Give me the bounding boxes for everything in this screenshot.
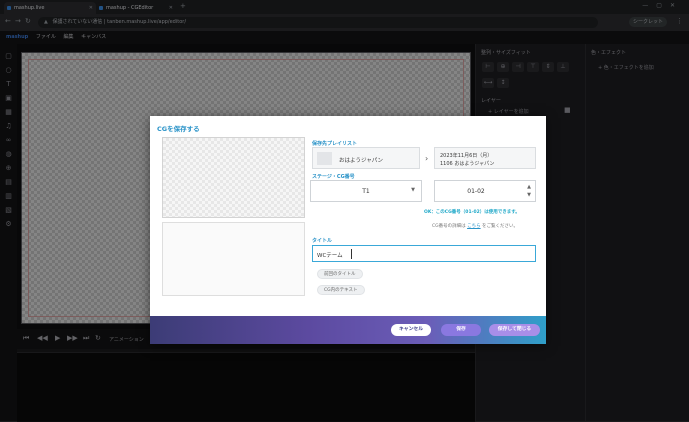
title-label: タイトル xyxy=(312,238,333,244)
title-input-value: WCテーム xyxy=(317,253,343,259)
save-button[interactable]: 保存 xyxy=(441,324,481,336)
hint-suffix: をご覧ください。 xyxy=(482,224,519,229)
cg-number-ok-message: OK：このCG番号（01-02）は使用できます。 xyxy=(424,210,520,215)
playlist-detail: 1106 おはようジャパン xyxy=(440,161,495,167)
cancel-button[interactable]: キャンセル xyxy=(391,324,431,336)
stepper-arrows-icon[interactable]: ▲ ▼ xyxy=(527,183,531,199)
playlist-episode-field[interactable]: 2023年11月6日（月） 1106 おはようジャパン xyxy=(434,147,536,169)
hint-link[interactable]: こちら xyxy=(467,224,481,229)
cg-number-stepper[interactable]: 01-02 ▲ ▼ xyxy=(434,180,536,202)
hint-prefix: CG番号の詳細は xyxy=(432,224,466,229)
cg-number-value: 01-02 xyxy=(467,188,485,195)
playlist-name: おはようジャパン xyxy=(339,158,384,164)
playlist-label: 保存先プレイリスト xyxy=(312,141,358,147)
save-cg-dialog: CGを保存する 保存先プレイリスト おはようジャパン › 2023年11月6日（… xyxy=(150,116,546,344)
cg-text-chip[interactable]: CG内のテキスト xyxy=(317,285,365,295)
cg-preview xyxy=(162,137,305,218)
save-and-close-button[interactable]: 保存して閉じる xyxy=(489,324,540,336)
chevron-down-icon: ▼ xyxy=(411,187,415,193)
stage-cg-label: ステージ・CG番号 xyxy=(312,174,355,180)
dialog-footer: キャンセル 保存 保存して閉じる xyxy=(150,316,546,344)
playlist-thumbnail xyxy=(317,152,332,165)
title-input[interactable]: WCテーム xyxy=(312,245,536,262)
chevron-right-icon: › xyxy=(425,154,429,163)
cg-preview-secondary xyxy=(162,222,305,296)
dialog-title: CGを保存する xyxy=(157,125,200,133)
stage-value: T1 xyxy=(362,188,370,195)
cg-number-hint: CG番号の詳細は こちら をご覧ください。 xyxy=(432,223,518,229)
playlist-field[interactable]: おはようジャパン xyxy=(312,147,420,169)
text-caret xyxy=(351,249,352,259)
stage-select[interactable]: T1 ▼ xyxy=(310,180,422,202)
previous-title-chip[interactable]: 前回のタイトル xyxy=(317,269,363,279)
playlist-date: 2023年11月6日（月） xyxy=(440,153,493,159)
